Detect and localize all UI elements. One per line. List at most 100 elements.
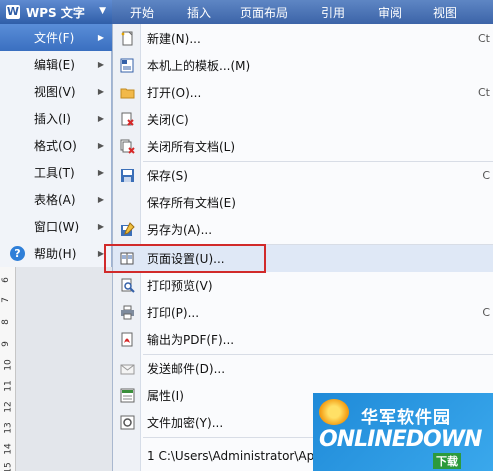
menu-item-shortcut: Ct [478, 86, 490, 99]
menu-format[interactable]: 格式(O) ▶ [0, 132, 112, 159]
menu-item-export-pdf[interactable]: 输出为PDF(F)... [113, 326, 493, 353]
menu-item-new[interactable]: 新建(N)... Ct [113, 25, 493, 52]
chevron-right-icon: ▶ [97, 222, 104, 231]
ruler-number: 6 [0, 277, 11, 283]
close-document-icon [121, 112, 134, 126]
menu-item-label: 1 C:\Users\Administrator\App [147, 448, 322, 463]
menu-item-save-all[interactable]: 保存所有文档(E) [113, 189, 493, 216]
ruler-number: 15 [3, 462, 14, 471]
save-as-icon [121, 222, 135, 236]
open-folder-icon [120, 88, 135, 99]
menu-label: 文件(F) [34, 31, 75, 45]
save-icon [121, 169, 134, 182]
menu-item-label: 另存为(A)... [147, 223, 213, 237]
ruler-number: 10 [3, 359, 14, 371]
menu-item-label: 关闭所有文档(L) [147, 140, 236, 154]
menu-item-label: 发送邮件(D)... [147, 362, 226, 376]
app-menu: 文件(F) ▶ 编辑(E) ▶ 视图(V) ▶ 插入(I) ▶ 格式(O) ▶ 工具(T)… [0, 24, 112, 267]
wps-logo-icon: W [6, 5, 20, 19]
tab-view[interactable]: 视图 [433, 4, 457, 21]
menu-label: 工具(T) [34, 166, 75, 180]
title-bar: W WPS 文字 ▼ 开始 插入 页面布局 引用 审阅 视图 [0, 0, 493, 24]
watermark-main: ONLINEDOWN [319, 427, 482, 452]
menu-item-local-templates[interactable]: 本机上的模板...(M) [113, 52, 493, 79]
ruler-number: 8 [0, 319, 11, 325]
menu-insert[interactable]: 插入(I) ▶ [0, 105, 112, 132]
wps-menu-button[interactable]: W WPS 文字 ▼ [0, 0, 112, 24]
menu-item-label: 打印预览(V) [147, 279, 213, 293]
ruler-number: 14 [3, 443, 14, 455]
menu-edit[interactable]: 编辑(E) ▶ [0, 51, 112, 78]
menu-item-label: 保存所有文档(E) [147, 196, 236, 210]
close-all-icon [120, 139, 135, 154]
menu-item-close-all[interactable]: 关闭所有文档(L) [113, 133, 493, 160]
ruler-number: 9 [0, 341, 11, 347]
highlight-box [104, 244, 266, 273]
tab-references[interactable]: 引用 [321, 4, 345, 21]
help-icon: ? [10, 246, 25, 261]
menu-item-close[interactable]: 关闭(C) [113, 106, 493, 133]
app-title: WPS 文字 [26, 5, 85, 20]
chevron-right-icon: ▶ [97, 33, 104, 42]
watermark-logo: 华军软件园 ONLINEDOWN 下载 [313, 393, 493, 471]
chevron-right-icon: ▶ [97, 114, 104, 123]
menu-help[interactable]: ? 帮助(H) ▶ [0, 240, 112, 267]
menu-item-save-as[interactable]: 另存为(A)... [113, 216, 493, 243]
menu-item-label: 打开(O)... [147, 86, 202, 100]
watermark-brand: 华军软件园 [361, 408, 451, 428]
ruler-number: 13 [3, 422, 14, 434]
print-icon [121, 305, 134, 320]
chevron-right-icon: ▶ [97, 168, 104, 177]
chevron-right-icon: ▶ [97, 87, 104, 96]
sun-icon [319, 399, 349, 425]
menu-item-shortcut: C [482, 169, 490, 182]
vertical-ruler: 6 7 8 9 10 11 12 13 14 15 [0, 267, 16, 471]
menu-tools[interactable]: 工具(T) ▶ [0, 159, 112, 186]
chevron-right-icon: ▶ [97, 195, 104, 204]
ruler-number: 11 [3, 380, 14, 392]
menu-file[interactable]: 文件(F) ▶ [0, 24, 112, 51]
tab-insert[interactable]: 插入 [187, 4, 211, 21]
watermark-sub: 下载 [433, 453, 461, 469]
pdf-icon [121, 332, 133, 347]
encrypt-icon [120, 415, 135, 430]
mail-icon [120, 364, 135, 375]
new-document-icon [121, 31, 133, 46]
menu-label: 帮助(H) [34, 247, 77, 261]
chevron-right-icon: ▶ [97, 60, 104, 69]
menu-view[interactable]: 视图(V) ▶ [0, 78, 112, 105]
menu-item-label: 输出为PDF(F)... [147, 333, 235, 347]
ruler-number: 7 [0, 297, 11, 303]
chevron-right-icon: ▶ [97, 141, 104, 150]
menu-label: 表格(A) [34, 193, 76, 207]
menu-item-shortcut: Ct [478, 32, 490, 45]
menu-item-save[interactable]: 保存(S) C [113, 162, 493, 189]
chevron-down-icon: ▼ [99, 6, 106, 16]
properties-icon [120, 388, 135, 403]
menu-table[interactable]: 表格(A) ▶ [0, 186, 112, 213]
menu-label: 视图(V) [34, 85, 76, 99]
menu-item-label: 关闭(C) [147, 113, 189, 127]
menu-item-print-preview[interactable]: 打印预览(V) [113, 272, 493, 299]
menu-item-label: 文件加密(Y)... [147, 416, 224, 430]
menu-item-label: 本机上的模板...(M) [147, 59, 251, 73]
ruler-number: 12 [3, 401, 14, 413]
menu-item-label: 保存(S) [147, 169, 188, 183]
document-area [0, 267, 112, 471]
tab-review[interactable]: 审阅 [378, 4, 402, 21]
menu-label: 窗口(W) [34, 220, 80, 234]
tab-page-layout[interactable]: 页面布局 [240, 4, 288, 21]
menu-label: 编辑(E) [34, 58, 75, 72]
menu-item-send-mail[interactable]: 发送邮件(D)... [113, 355, 493, 382]
menu-item-shortcut: C [482, 306, 490, 319]
menu-item-print[interactable]: 打印(P)... C [113, 299, 493, 326]
menu-window[interactable]: 窗口(W) ▶ [0, 213, 112, 240]
menu-item-label: 新建(N)... [147, 32, 201, 46]
tab-home[interactable]: 开始 [130, 4, 154, 21]
menu-label: 插入(I) [34, 112, 71, 126]
print-preview-icon [121, 278, 135, 293]
template-icon [120, 58, 134, 73]
menu-item-open[interactable]: 打开(O)... Ct [113, 79, 493, 106]
menu-label: 格式(O) [34, 139, 77, 153]
menu-item-label: 打印(P)... [147, 306, 200, 320]
